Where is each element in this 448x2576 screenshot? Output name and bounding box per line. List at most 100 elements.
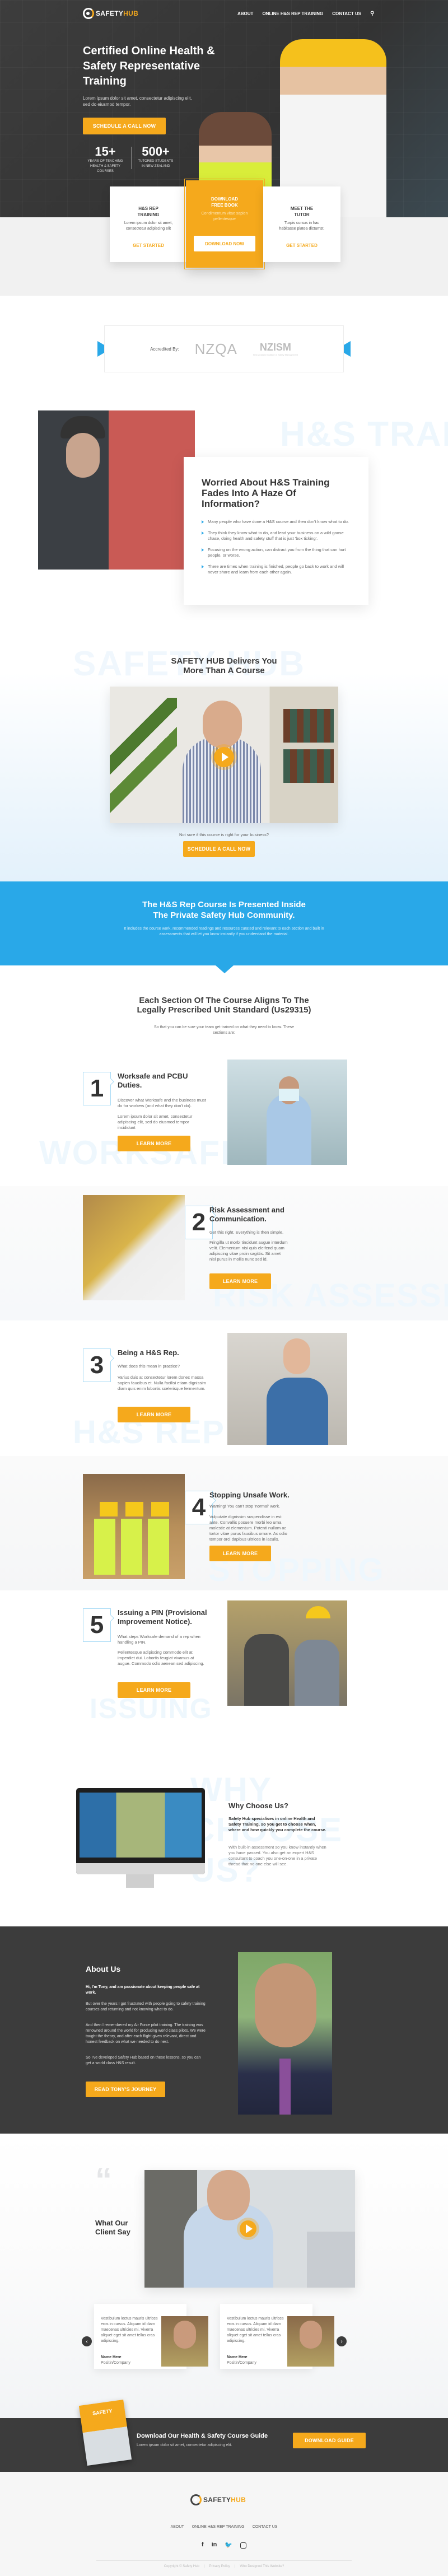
separator: | [234,2565,236,2568]
sections-title-line1: Each Section Of The Course Aligns To The [139,996,309,1005]
footer-nav-training[interactable]: ONLINE H&S REP TRAINING [192,2525,245,2529]
next-arrow-icon[interactable]: › [337,2336,347,2346]
footer-logo[interactable]: SAFETYHUB [190,2494,246,2505]
sections-title-line2: Legally Prescribed Unit Standard (Us2931… [137,1005,311,1015]
workers-helmets [100,1502,169,1516]
download-now-button[interactable]: DOWNLOAD NOW [194,236,255,251]
testimonial-video[interactable] [144,2170,355,2288]
logo-text-safety: SAFETY [96,10,124,17]
testimonial-quote: Vestibulum lectus mauris ultrices eros i… [101,2317,158,2343]
testimonial-position: Positin/Company [101,2361,130,2365]
nzism-subtitle: New Zealand Institute of Safety Manageme… [253,353,298,356]
helmet-shape [306,1606,330,1618]
section-number-3: 3 [83,1348,111,1382]
section-4-body: Vulputate dignissim suspendisse in est a… [209,1514,287,1542]
learn-more-button[interactable]: LEARN MORE [118,1136,190,1151]
testimonial-name: Name Here [227,2355,248,2359]
section-number-2: 2 [185,1206,213,1239]
card-tutor-title: MEET THE TUTOR [290,206,314,217]
testimonials-title-line1: What Our [95,2219,128,2227]
play-button-icon[interactable] [214,747,234,767]
card-download-book: DOWNLOAD FREE BOOK Condimentum vitae sapi… [184,179,265,269]
search-icon[interactable]: ⚲ [370,11,374,17]
nav-contact[interactable]: CONTACT US [332,11,361,16]
about-lead: Hi, I'm Tony, and am passionate about ke… [86,1985,200,1995]
worried-bullet: Many people who have done a H&S course a… [202,519,352,525]
schedule-call-button-2[interactable]: SCHEDULE A CALL NOW [183,841,255,857]
privacy-policy-link[interactable]: Privacy Policy [209,2565,230,2568]
community-text: It includes the course work, recommended… [124,927,324,936]
section-2-body: Fringilla ut morbi tincidunt augue inter… [209,1240,288,1262]
about-section: About Us Hi, I'm Tony, and am passionate… [0,1926,448,2134]
client-face [207,2170,250,2220]
testimonial-photo [161,2316,208,2367]
card-tutor-text: Turpis cursus in hac habitasse platea dic… [279,221,325,231]
watermark-hs-training: H&S TRAINING [280,415,448,454]
footer-nav-contact[interactable]: CONTACT US [253,2525,278,2529]
about-paragraph-3: So I've developed Safety Hub based on th… [86,2056,201,2065]
card-download-title: DOWNLOAD FREE BOOK [211,197,238,208]
section-number-5: 5 [83,1608,111,1642]
section-number-4: 4 [185,1491,213,1524]
card-training: H&S REP TRAINING Lorem ipsum dolor sit am… [110,186,187,262]
nav-about[interactable]: ABOUT [237,11,253,16]
facebook-icon[interactable]: f [202,2541,204,2549]
vest-shape [267,1378,328,1445]
designer-link[interactable]: Who Designed This Website? [240,2565,284,2568]
why-lead: Safety Hub specialises in online Health … [228,1816,326,1832]
section-5-title: Issuing a PIN (Provisional Improvement N… [118,1608,207,1626]
accredited-label: Accredited By: [150,346,179,352]
bookshelf-bottom [283,749,334,783]
hero-subtitle: Lorem ipsum dolor sit amet, consectetur … [83,96,192,107]
presenter-face [203,701,242,748]
schedule-call-button[interactable]: SCHEDULE A CALL NOW [83,118,166,134]
hero-title: Certified Online Health & Safety Represe… [83,45,215,87]
section-5-lead: What steps Worksafe demand of a rep when… [118,1634,200,1645]
card-tutor: MEET THE TUTOR Turpis cursus in hac habita… [263,186,340,262]
worried-bullet: There are times when training is finishe… [202,564,352,575]
community-band: The H&S Rep Course Is Presented Inside T… [0,881,448,965]
learn-more-button[interactable]: LEARN MORE [209,1273,271,1289]
worried-list: Many people who have done a H&S course a… [202,519,352,575]
logo-text-hub: HUB [231,2496,246,2504]
guide-book-label: SAFETY [92,2407,113,2416]
section-4-title: Stopping Unsafe Work. [209,1491,290,1499]
footer-copyright-row: Copyright © Safety Hub | Privacy Policy … [0,2565,448,2568]
why-body: With built-in assessment so you know ins… [228,1845,326,1866]
prev-arrow-icon[interactable]: ‹ [82,2336,92,2346]
stat-years: 15+ YEARS OF TEACHING HEALTH & SAFETY CO… [83,144,128,174]
linkedin-icon[interactable]: in [212,2541,217,2549]
footer-nav-about[interactable]: ABOUT [171,2525,184,2529]
instagram-icon[interactable] [240,2542,247,2549]
delivers-title: SAFETY HUB Delivers You More Than A Cour… [112,656,336,675]
community-title-line1: The H&S Rep Course Is Presented Inside [142,900,306,909]
quote-icon: “ [95,2161,112,2199]
section-3-image [227,1333,347,1445]
delivers-question: Not sure if this course is right for you… [179,832,269,837]
nav-online-training[interactable]: ONLINE H&S REP TRAINING [262,11,323,16]
rep-face [283,1338,310,1374]
learn-more-button[interactable]: LEARN MORE [118,1407,190,1422]
play-button-icon[interactable] [240,2220,256,2237]
download-guide-button[interactable]: DOWNLOAD GUIDE [293,2433,366,2448]
separator: | [203,2565,205,2568]
worried-bullet: Focusing on the wrong action, can distra… [202,547,352,558]
get-started-link[interactable]: GET STARTED [263,243,340,248]
section-2-title: Risk Assessment and Communication. [209,1206,284,1223]
read-journey-button[interactable]: READ TONY'S JOURNEY [86,2082,165,2097]
learn-more-button[interactable]: LEARN MORE [209,1546,271,1561]
learn-more-button[interactable]: LEARN MORE [118,1682,190,1698]
section-5-body: Pellentesque adipiscing commodo elit at … [118,1650,204,1666]
twitter-icon[interactable]: 🐦 [225,2541,232,2549]
worried-card: Worried About H&S Training Fades Into A … [184,457,368,605]
testimonial-face [174,2321,196,2349]
logo-icon [83,8,94,19]
video-thumbnail[interactable] [110,687,338,823]
section-1-image [227,1060,347,1165]
about-paragraph-2: And then I remembered my Air Force pilot… [86,2023,206,2044]
section-1-title: Worksafe and PCBU Duties. [118,1072,188,1089]
header-logo[interactable]: SAFETYHUB [83,8,138,19]
testimonial-quote: Vestibulum lectus mauris ultrices eros i… [227,2317,284,2343]
get-started-link[interactable]: GET STARTED [110,243,187,248]
logo-text-hub: HUB [123,10,139,17]
